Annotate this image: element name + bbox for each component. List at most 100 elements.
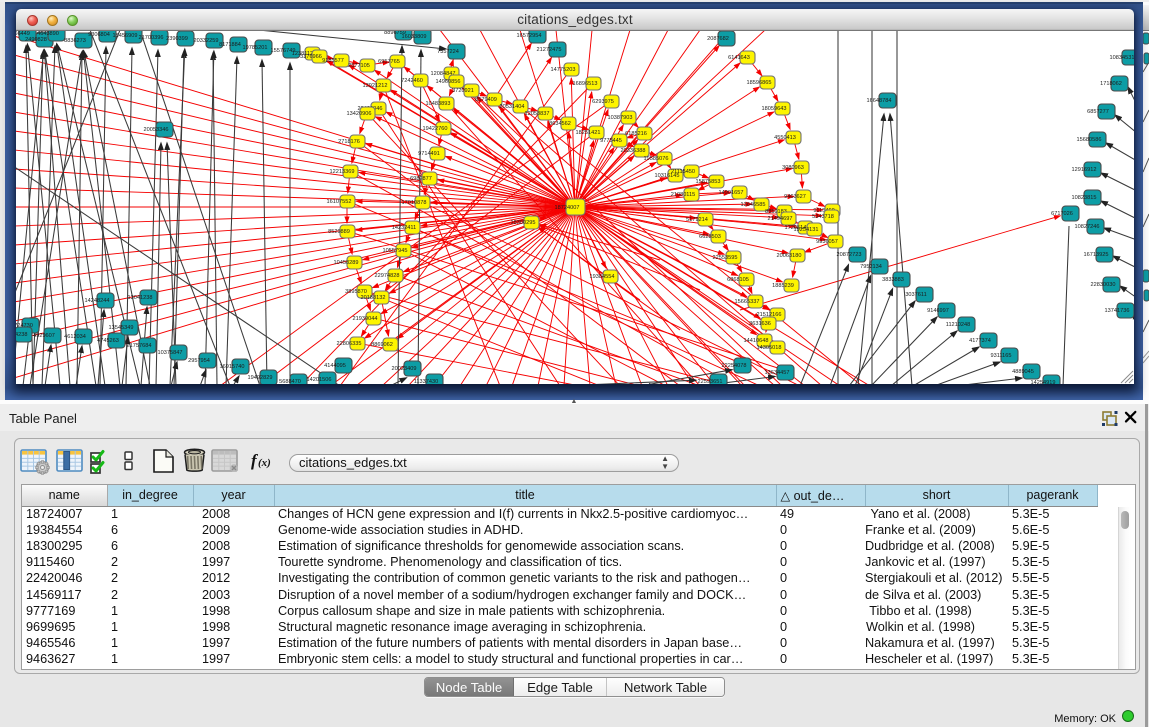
svg-text:3720921: 3720921 (452, 88, 474, 94)
svg-text:8529889: 8529889 (328, 229, 350, 235)
svg-text:14201506: 14201506 (307, 377, 332, 383)
svg-text:22806335: 22806335 (337, 341, 362, 347)
svg-text:16033809: 16033809 (402, 34, 427, 40)
svg-text:14410648: 14410648 (744, 338, 769, 344)
svg-text:14254919: 14254919 (1031, 380, 1056, 384)
svg-text:8634562: 8634562 (549, 121, 571, 127)
svg-text:9463627: 9463627 (784, 194, 806, 200)
svg-text:13741736: 13741736 (1105, 308, 1130, 314)
svg-text:19585076: 19585076 (644, 156, 669, 162)
svg-text:16713925: 16713925 (1084, 252, 1109, 258)
svg-text:18251421: 18251421 (576, 130, 601, 136)
svg-text:20336388: 20336388 (621, 148, 646, 154)
svg-text:9936057: 9936057 (816, 239, 838, 245)
svg-text:22254078: 22254078 (722, 363, 747, 369)
svg-text:7357224: 7357224 (437, 49, 459, 55)
svg-text:10458289: 10458289 (334, 260, 359, 266)
svg-text:18300295: 18300295 (511, 220, 536, 226)
svg-text:14305018: 14305018 (757, 345, 782, 351)
svg-text:12213369: 12213369 (330, 169, 355, 175)
svg-text:16648784: 16648784 (867, 98, 892, 104)
svg-text:10834531: 10834531 (1110, 55, 1134, 61)
svg-text:7242460: 7242460 (401, 78, 423, 84)
svg-text:19492829: 19492829 (248, 375, 273, 381)
svg-text:15875853: 15875853 (696, 179, 721, 185)
svg-text:19422760: 19422760 (423, 126, 448, 132)
svg-text:9775445: 9775445 (600, 138, 622, 144)
svg-text:3833883: 3833883 (882, 277, 904, 283)
svg-text:13041238: 13041238 (128, 295, 153, 301)
svg-text:20023409: 20023409 (392, 366, 417, 372)
svg-text:19785201: 19785201 (243, 45, 268, 51)
svg-text:13921212: 13921212 (363, 83, 388, 89)
svg-text:8869062: 8869062 (371, 342, 393, 348)
svg-text:13634457: 13634457 (765, 370, 790, 376)
svg-text:12058837: 12058837 (525, 111, 550, 117)
svg-text:15680586: 15680586 (1077, 137, 1102, 143)
svg-text:14248244: 14248244 (85, 298, 110, 304)
svg-text:10387903: 10387903 (608, 115, 633, 121)
svg-text:11210248: 11210248 (946, 322, 970, 328)
svg-text:10375847: 10375847 (158, 350, 183, 356)
svg-text:9306804: 9306804 (88, 32, 110, 38)
svg-text:22593651: 22593651 (698, 379, 723, 384)
svg-text:4929607: 4929607 (33, 333, 55, 339)
svg-text:(x): (x) (258, 457, 271, 469)
svg-text:9185577: 9185577 (322, 58, 344, 64)
svg-text:6857277: 6857277 (1087, 109, 1109, 115)
svg-text:9714491: 9714491 (418, 151, 440, 157)
svg-text:20872723: 20872723 (837, 252, 862, 258)
svg-text:21757684: 21757684 (127, 343, 152, 349)
svg-text:12794238: 12794238 (16, 332, 27, 338)
svg-text:4612034: 4612034 (64, 334, 86, 340)
svg-text:4643890: 4643890 (37, 31, 59, 37)
svg-text:22974828: 22974828 (375, 273, 400, 279)
svg-text:21700396: 21700396 (139, 35, 164, 41)
svg-text:10557945: 10557945 (383, 248, 408, 254)
svg-text:4144095: 4144095 (324, 363, 346, 369)
svg-text:4889045: 4889045 (1012, 369, 1034, 375)
svg-text:18596865: 18596865 (747, 80, 772, 86)
svg-text:3037611: 3037611 (905, 292, 926, 298)
svg-text:13420906: 13420906 (347, 111, 372, 117)
svg-text:22553595: 22553595 (713, 255, 738, 261)
svg-text:2087682: 2087682 (707, 36, 729, 42)
svg-text:9146997: 9146997 (927, 308, 949, 314)
svg-text:14775203: 14775203 (551, 67, 576, 73)
svg-text:3080963: 3080963 (782, 165, 804, 171)
svg-text:4550413: 4550413 (774, 135, 796, 141)
svg-text:1885239: 1885239 (772, 283, 794, 289)
svg-text:7952134: 7952134 (860, 264, 882, 270)
svg-text:5688470: 5688470 (279, 379, 301, 384)
svg-text:16915740: 16915740 (220, 364, 245, 370)
svg-text:2577105: 2577105 (348, 63, 370, 69)
svg-text:12916912: 12916912 (1072, 167, 1097, 173)
svg-text:21939044: 21939044 (353, 316, 378, 322)
svg-text:18724007: 18724007 (555, 205, 580, 211)
svg-text:14232411: 14232411 (392, 225, 416, 231)
svg-text:13646585: 13646585 (741, 202, 766, 208)
svg-text:2390399: 2390399 (166, 36, 188, 42)
svg-text:22830030: 22830030 (1091, 282, 1116, 288)
svg-text:19254131: 19254131 (794, 227, 819, 233)
svg-text:10827246: 10827246 (1075, 224, 1100, 230)
svg-text:6141643: 6141643 (728, 55, 750, 61)
svg-text:8171884: 8171884 (219, 42, 241, 48)
svg-text:16896513: 16896513 (573, 81, 598, 87)
svg-text:1718062: 1718062 (1100, 81, 1122, 87)
svg-text:15665337: 15665337 (735, 299, 760, 305)
svg-text:8579409: 8579409 (475, 97, 497, 103)
svg-text:17010878: 17010878 (402, 200, 427, 206)
svg-text:6717026: 6717026 (1051, 211, 1073, 217)
svg-text:2957954: 2957954 (188, 358, 210, 364)
svg-text:2499828: 2499828 (25, 37, 47, 43)
svg-text:18059643: 18059643 (762, 106, 787, 112)
svg-text:21272475: 21272475 (537, 47, 562, 53)
svg-text:20063180: 20063180 (777, 253, 802, 259)
svg-text:14901657: 14901657 (719, 190, 744, 196)
svg-text:6957765: 6957765 (378, 59, 400, 65)
svg-text:3376966: 3376966 (300, 54, 322, 60)
svg-text:6982877: 6982877 (410, 176, 432, 182)
svg-text:10483893: 10483893 (426, 101, 451, 107)
svg-text:19384554: 19384554 (590, 274, 615, 280)
